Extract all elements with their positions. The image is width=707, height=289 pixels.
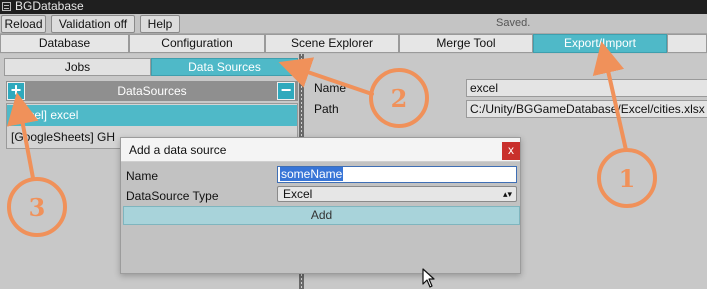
- subtab-jobs[interactable]: Jobs: [4, 58, 151, 76]
- remove-datasource-button[interactable]: −: [277, 81, 295, 100]
- window-menu-icon[interactable]: [2, 2, 11, 11]
- validation-toggle-button[interactable]: Validation off: [51, 15, 135, 33]
- dialog-title: Add a data source: [129, 143, 227, 157]
- name-field[interactable]: excel: [466, 79, 707, 97]
- mouse-cursor-icon: [422, 268, 435, 288]
- path-field[interactable]: C:/Unity/BGGameDatabase/Excel/cities.xls…: [466, 100, 707, 118]
- help-button[interactable]: Help: [140, 15, 180, 33]
- main-tabs: Database Configuration Scene Explorer Me…: [0, 34, 707, 54]
- add-button[interactable]: Add: [123, 206, 520, 225]
- window-titlebar: BGDatabase: [0, 0, 707, 14]
- tab-export-import[interactable]: Export/Import: [533, 34, 667, 53]
- tab-strip-filler: [667, 34, 707, 53]
- subtab-data-sources[interactable]: Data Sources: [151, 58, 298, 76]
- select-arrows-icon: ▴▾: [502, 189, 512, 199]
- datasource-type-select[interactable]: Excel ▴▾: [277, 186, 517, 202]
- name-label: Name: [314, 81, 347, 95]
- datasource-name-input[interactable]: someName: [277, 166, 517, 183]
- tab-configuration[interactable]: Configuration: [129, 34, 265, 53]
- dialog-name-label: Name: [126, 169, 159, 183]
- tab-merge-tool[interactable]: Merge Tool: [399, 34, 533, 53]
- add-datasource-dialog: Add a data source x Name someName DataSo…: [120, 137, 521, 274]
- window-title: BGDatabase: [15, 0, 84, 13]
- dialog-type-label: DataSource Type: [126, 189, 219, 203]
- list-item-selected[interactable]: [Excel] excel: [7, 105, 297, 126]
- close-button[interactable]: x: [502, 142, 520, 160]
- add-datasource-button[interactable]: +: [7, 81, 25, 100]
- path-label: Path: [314, 102, 339, 116]
- reload-button[interactable]: Reload: [1, 15, 46, 33]
- datasource-type-value: Excel: [283, 187, 313, 201]
- save-status: Saved.: [496, 17, 531, 29]
- datasource-name-value: someName: [280, 167, 344, 181]
- datasources-header: DataSources: [6, 81, 298, 101]
- tab-scene-explorer[interactable]: Scene Explorer: [265, 34, 399, 53]
- dialog-titlebar: Add a data source: [121, 138, 520, 162]
- toolbar: Reload Validation off Help Saved.: [0, 14, 707, 34]
- tab-database[interactable]: Database: [0, 34, 129, 53]
